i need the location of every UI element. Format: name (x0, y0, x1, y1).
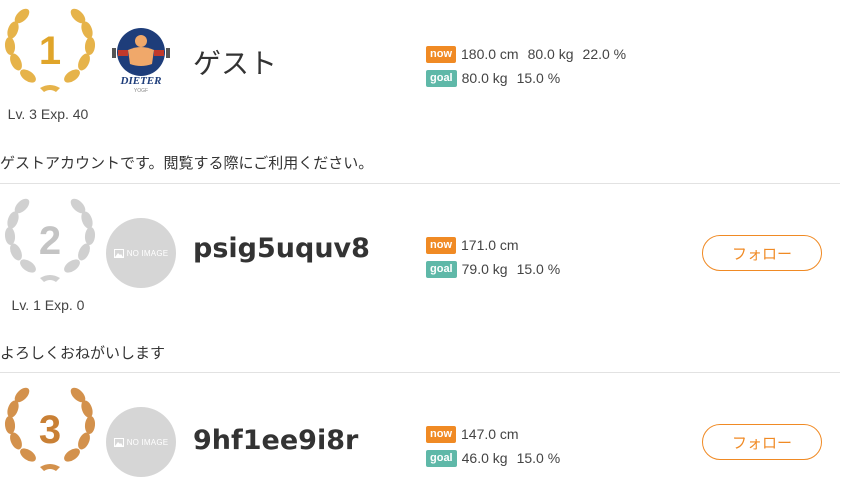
rank-number: 1 (39, 29, 61, 73)
rank-number: 3 (39, 408, 61, 452)
intro-text: ゲストアカウントです。閲覧する際にご利用ください。 (0, 155, 374, 172)
goal-bodyfat: 15.0 % (516, 450, 561, 466)
goal-weight: 79.0 kg (461, 261, 508, 277)
avatar[interactable]: NO IMAGE (106, 218, 176, 288)
now-bodyfat: 22.0 % (582, 46, 627, 62)
now-stats-row: now 171.0 cm (426, 233, 569, 257)
no-image-label: NO IMAGE (126, 437, 169, 447)
goal-weight: 46.0 kg (461, 450, 508, 466)
now-stats-row: now 147.0 cm (426, 422, 569, 446)
goal-badge: goal (426, 69, 457, 87)
ranking-entry-3: 3 NO IMAGE 9hf1ee9i8r now 147.0 cm goal … (0, 372, 840, 481)
now-height: 147.0 cm (461, 426, 519, 442)
goal-stats-row: goal 80.0 kg 15.0 % (426, 66, 635, 90)
body-stats: now 180.0 cm 80.0 kg 22.0 % goal 80.0 kg… (426, 42, 635, 90)
body-stats: now 171.0 cm goal 79.0 kg 15.0 % (426, 233, 569, 281)
dieter-logo-icon: DIETER YOGF (112, 28, 170, 94)
ranking-entry-1: 1 Lv. 3 Exp. 40 DIETER YOGF ゲスト now 180.… (0, 0, 840, 183)
now-weight: 80.0 kg (527, 46, 574, 62)
no-image-placeholder: NO IMAGE (106, 407, 176, 477)
now-height: 171.0 cm (461, 237, 519, 253)
silver-wreath-icon: 2 (4, 198, 96, 282)
goal-bodyfat: 15.0 % (516, 70, 561, 86)
no-image-label: NO IMAGE (126, 248, 169, 258)
body-stats: now 147.0 cm goal 46.0 kg 15.0 % (426, 422, 569, 470)
level-text: Lv. 3 Exp. 40 (7, 106, 89, 122)
intro-text: よろしくおねがいします (0, 345, 166, 362)
image-icon (113, 437, 124, 447)
image-icon (113, 248, 124, 258)
now-stats-row: now 180.0 cm 80.0 kg 22.0 % (426, 42, 635, 66)
username[interactable]: ゲスト (193, 42, 277, 82)
logo-text: DIETER (120, 75, 162, 87)
ranking-list: 1 Lv. 3 Exp. 40 DIETER YOGF ゲスト now 180.… (0, 0, 855, 481)
now-height: 180.0 cm (461, 46, 519, 62)
now-badge: now (426, 236, 456, 254)
follow-button[interactable]: フォロー (702, 235, 822, 271)
username[interactable]: psig5uquv8 (193, 233, 370, 264)
avatar[interactable]: DIETER YOGF (106, 24, 176, 94)
ranking-entry-2: 2 Lv. 1 Exp. 0 NO IMAGE psig5uquv8 now 1… (0, 183, 840, 373)
username[interactable]: 9hf1ee9i8r (193, 425, 358, 456)
goal-bodyfat: 15.0 % (516, 261, 561, 277)
goal-weight: 80.0 kg (461, 70, 508, 86)
goal-stats-row: goal 79.0 kg 15.0 % (426, 257, 569, 281)
gold-wreath-icon: 1 (4, 8, 96, 92)
goal-stats-row: goal 46.0 kg 15.0 % (426, 446, 569, 470)
goal-badge: goal (426, 449, 457, 467)
follow-button[interactable]: フォロー (702, 424, 822, 460)
now-badge: now (426, 425, 456, 443)
rank-number: 2 (39, 219, 61, 263)
no-image-placeholder: NO IMAGE (106, 218, 176, 288)
logo-subtext: YOGF (134, 88, 148, 94)
avatar[interactable]: NO IMAGE (106, 407, 176, 477)
level-text: Lv. 1 Exp. 0 (11, 297, 85, 313)
goal-badge: goal (426, 260, 457, 278)
bronze-wreath-icon: 3 (4, 387, 96, 471)
now-badge: now (426, 45, 456, 63)
